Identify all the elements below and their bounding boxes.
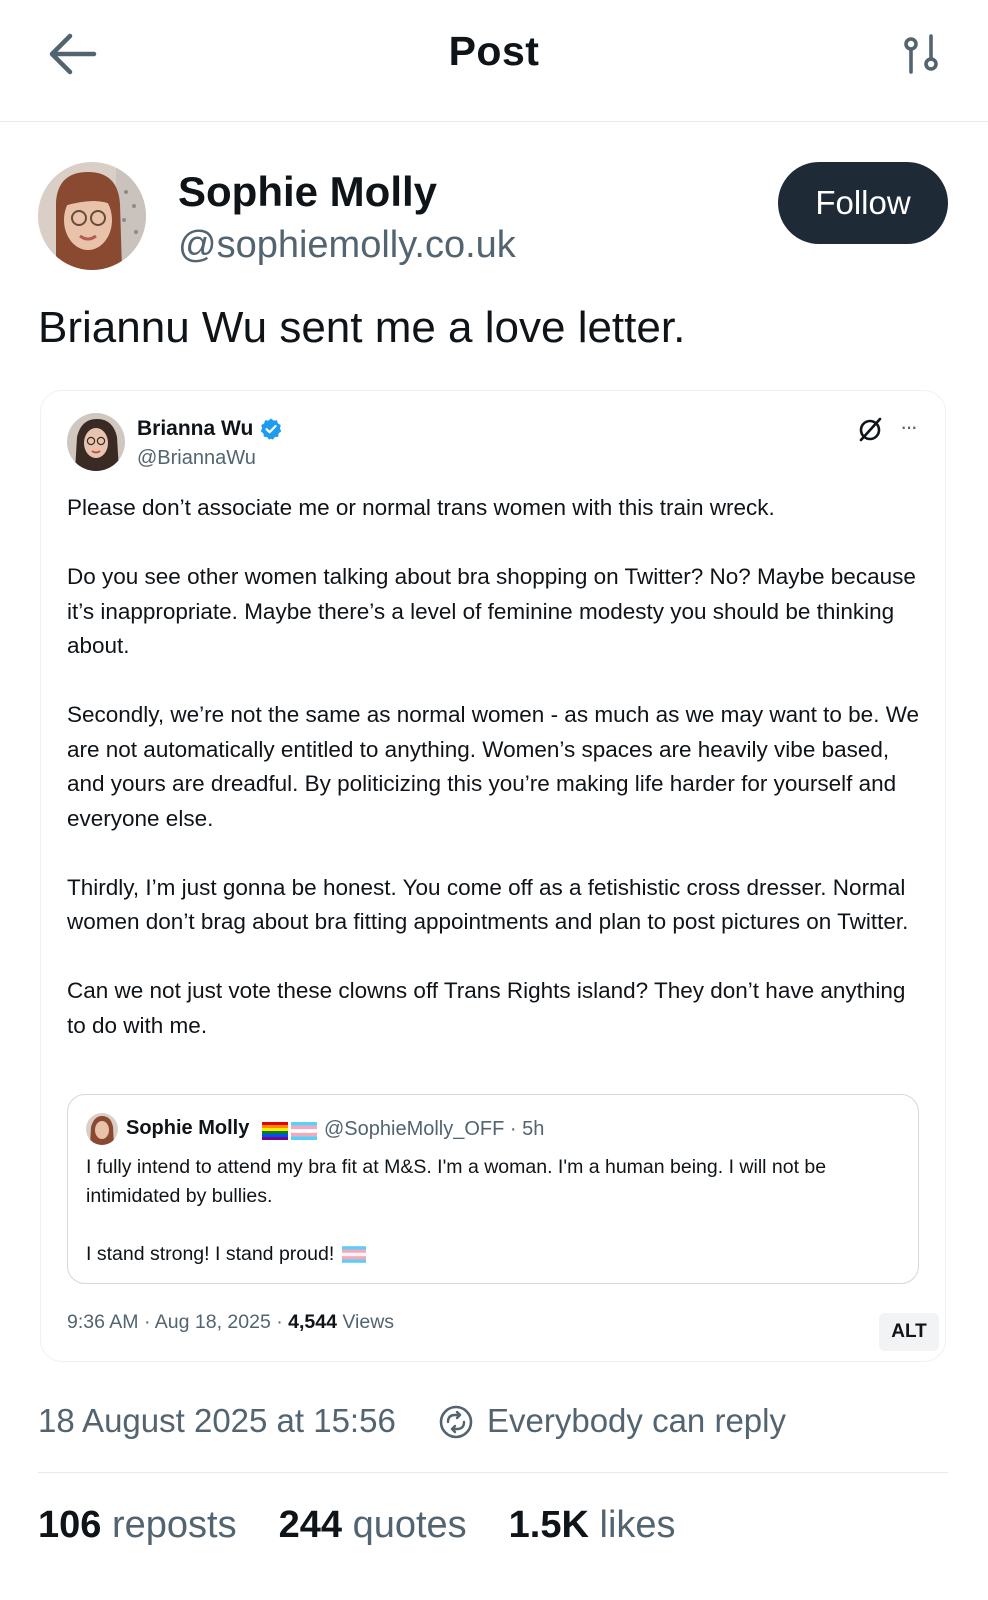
embedded-tweet-body: Please don’t associate me or normal tran… — [67, 491, 927, 1078]
embedded-author-name: Brianna Wu — [137, 417, 283, 441]
trans-flag-icon — [291, 1122, 317, 1140]
alt-text-badge[interactable]: ALT — [879, 1313, 939, 1351]
embedded-paragraph: Do you see other women talking about bra… — [67, 564, 916, 658]
author-name[interactable]: Sophie Molly — [178, 168, 437, 216]
quoted-author-avatar — [86, 1113, 118, 1145]
sliders-icon — [904, 34, 938, 74]
author-avatar[interactable] — [38, 162, 146, 270]
post-timestamp[interactable]: 18 August 2025 at 15:56 — [38, 1402, 396, 1440]
likes-stat[interactable]: 1.5K likes — [509, 1504, 676, 1547]
embedded-paragraph: Secondly, we’re not the same as normal w… — [67, 702, 920, 831]
reply-scope-text: Everybody can reply — [487, 1402, 786, 1439]
embedded-author-handle: @BriannaWu — [137, 447, 256, 469]
page-title: Post — [448, 28, 540, 74]
engagement-stats: 106 reposts 244 quotes 1.5K likes — [38, 1504, 676, 1547]
author-handle[interactable]: @sophiemolly.co.uk — [178, 224, 516, 267]
follow-button[interactable]: Follow — [778, 162, 948, 244]
reposts-label: reposts — [111, 1504, 237, 1546]
quoted-paragraph-row: I stand strong! I stand proud! — [86, 1240, 906, 1269]
quoted-tweet: Sophie Molly @SophieMolly_OFF · 5h I ful… — [67, 1094, 919, 1284]
pride-flag-icon — [262, 1122, 288, 1140]
quoted-author-name: Sophie Molly — [126, 1117, 250, 1139]
embedded-author-avatar — [67, 413, 125, 471]
filter-button[interactable] — [900, 32, 944, 76]
quotes-stat[interactable]: 244 quotes — [279, 1504, 467, 1547]
top-bar: Post — [0, 0, 988, 122]
trans-flag-icon — [342, 1246, 367, 1263]
quoted-handle-time: @SophieMolly_OFF · 5h — [324, 1118, 545, 1140]
grok-icon — [859, 417, 882, 442]
reply-scope-icon — [439, 1405, 473, 1439]
embedded-time: 9:36 AM · Aug 18, 2025 · — [67, 1311, 289, 1333]
embedded-tweet-meta: 9:36 AM · Aug 18, 2025 · 4,544 Views — [67, 1311, 394, 1334]
quoted-paragraph: I stand strong! I stand proud! — [86, 1243, 335, 1265]
verified-badge-icon — [261, 418, 282, 440]
embedded-paragraph: Can we not just vote these clowns off Tr… — [67, 978, 906, 1038]
likes-label: likes — [599, 1504, 676, 1546]
embedded-views-count: 4,544 — [288, 1311, 337, 1333]
likes-count: 1.5K — [508, 1504, 589, 1546]
embedded-tweet-image[interactable]: Brianna Wu @BriannaWu ··· Please don’t a… — [40, 390, 946, 1362]
quoted-author-flags — [262, 1122, 317, 1140]
embedded-views-label: Views — [336, 1311, 395, 1333]
more-options-icon: ··· — [900, 414, 918, 439]
quotes-count: 244 — [278, 1504, 342, 1546]
embedded-paragraph: Please don’t associate me or normal tran… — [67, 495, 775, 520]
quoted-paragraph: I fully intend to attend my bra fit at M… — [86, 1156, 827, 1207]
quoted-tweet-body: I fully intend to attend my bra fit at M… — [86, 1153, 906, 1269]
quotes-label: quotes — [352, 1504, 467, 1546]
embedded-paragraph: Thirdly, I’m just gonna be honest. You c… — [67, 874, 909, 935]
post-text: Briannu Wu sent me a love letter. — [38, 303, 686, 352]
divider — [38, 1472, 948, 1473]
reposts-count: 106 — [38, 1504, 102, 1546]
reposts-stat[interactable]: 106 reposts — [38, 1504, 237, 1547]
embedded-author-name-text: Brianna Wu — [137, 417, 254, 440]
